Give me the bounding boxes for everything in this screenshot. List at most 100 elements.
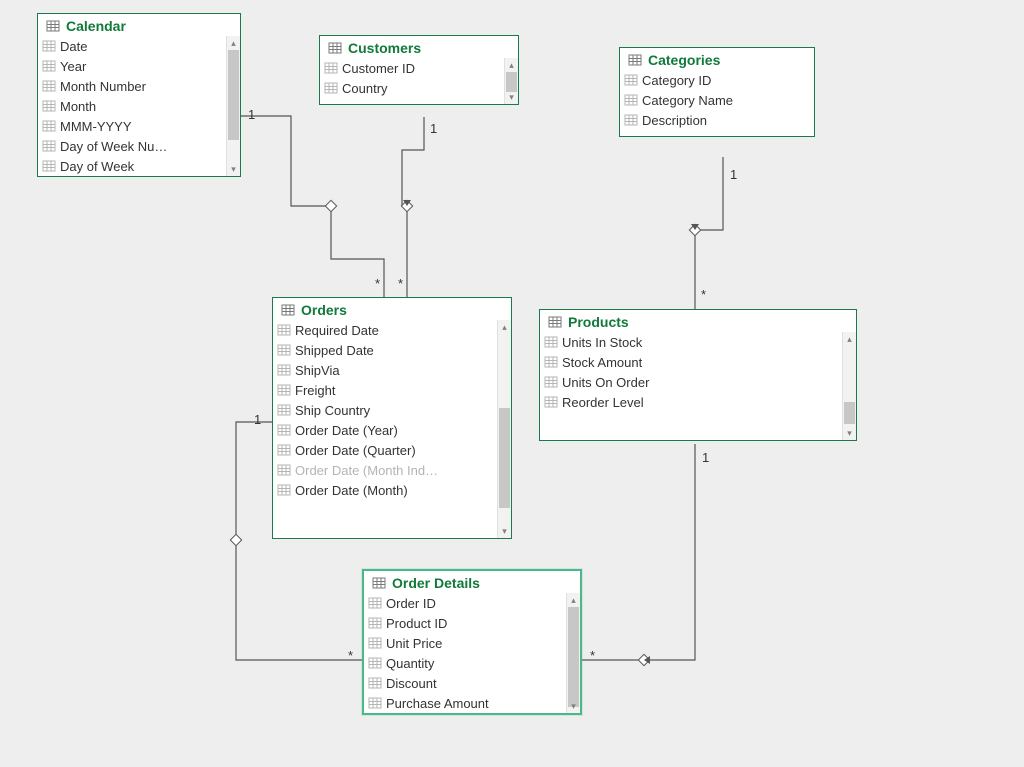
field-item[interactable]: Day of Week	[38, 156, 226, 176]
field-item[interactable]: Country	[320, 78, 504, 98]
scroll-down-icon[interactable]: ▾	[227, 162, 240, 176]
scroll-up-icon[interactable]: ▴	[227, 36, 240, 50]
entity-header-orders[interactable]: Orders	[273, 298, 511, 320]
scrollbar[interactable]: ▴ ▾	[842, 332, 856, 440]
column-icon	[277, 363, 291, 377]
entity-header-categories[interactable]: Categories	[620, 48, 814, 70]
column-icon	[368, 676, 382, 690]
field-item[interactable]: Order Date (Year)	[273, 420, 497, 440]
column-icon	[277, 443, 291, 457]
entity-orders[interactable]: Orders Required Date Shipped Date ShipVi…	[272, 297, 512, 539]
field-item[interactable]: Order Date (Month)	[273, 480, 497, 500]
column-icon	[624, 113, 638, 127]
column-icon	[368, 596, 382, 610]
cardinality-categories-one: 1	[730, 167, 737, 182]
entity-customers[interactable]: Customers Customer ID Country ▴ ▾	[319, 35, 519, 105]
entity-header-calendar[interactable]: Calendar	[38, 14, 240, 36]
scroll-up-icon[interactable]: ▴	[498, 320, 511, 334]
entity-products[interactable]: Products Units In Stock Stock Amount Uni…	[539, 309, 857, 441]
field-item[interactable]: Product ID	[364, 613, 566, 633]
field-label: Description	[642, 113, 707, 128]
column-icon	[368, 696, 382, 710]
scroll-thumb[interactable]	[568, 607, 579, 707]
entity-title: Categories	[648, 52, 720, 68]
entity-header-orderdetails[interactable]: Order Details	[364, 571, 580, 593]
cardinality-orderdetails-many-left: *	[348, 648, 353, 663]
field-item[interactable]: Reorder Level	[540, 392, 842, 412]
scroll-thumb[interactable]	[499, 408, 510, 508]
field-item[interactable]: MMM-YYYY	[38, 116, 226, 136]
field-label: Category Name	[642, 93, 733, 108]
field-label: Freight	[295, 383, 335, 398]
field-item[interactable]: Unit Price	[364, 633, 566, 653]
scrollbar[interactable]: ▴ ▾	[566, 593, 580, 713]
field-item[interactable]: Required Date	[273, 320, 497, 340]
field-item[interactable]: Discount	[364, 673, 566, 693]
field-label: Order Date (Month Ind…	[295, 463, 438, 478]
column-icon	[544, 375, 558, 389]
field-item[interactable]: Purchase Amount	[364, 693, 566, 713]
field-label: Order Date (Year)	[295, 423, 398, 438]
field-item[interactable]: Day of Week Nu…	[38, 136, 226, 156]
field-label: Day of Week	[60, 159, 134, 174]
scrollbar[interactable]: ▴ ▾	[504, 58, 518, 104]
column-icon	[42, 39, 56, 53]
entity-categories[interactable]: Categories Category ID Category Name Des…	[619, 47, 815, 137]
field-item[interactable]: Description	[620, 110, 814, 130]
field-item[interactable]: Ship Country	[273, 400, 497, 420]
scroll-up-icon[interactable]: ▴	[505, 58, 518, 72]
field-item[interactable]: Shipped Date	[273, 340, 497, 360]
field-label: Year	[60, 59, 86, 74]
entity-title: Orders	[301, 302, 347, 318]
field-item[interactable]: Order ID	[364, 593, 566, 613]
scrollbar[interactable]: ▴ ▾	[226, 36, 240, 176]
field-item[interactable]: Order Date (Month Ind…	[273, 460, 497, 480]
column-icon	[42, 79, 56, 93]
entity-orderdetails[interactable]: Order Details Order ID Product ID Unit P…	[362, 569, 582, 715]
field-item[interactable]: Customer ID	[320, 58, 504, 78]
entity-header-customers[interactable]: Customers	[320, 36, 518, 58]
scroll-down-icon[interactable]: ▾	[505, 90, 518, 104]
entity-calendar[interactable]: Calendar Date Year Month Number Month MM…	[37, 13, 241, 177]
scroll-up-icon[interactable]: ▴	[567, 593, 580, 607]
field-item[interactable]: Category ID	[620, 70, 814, 90]
scroll-up-icon[interactable]: ▴	[843, 332, 856, 346]
table-icon	[328, 41, 342, 55]
scroll-thumb[interactable]	[506, 72, 517, 92]
scroll-down-icon[interactable]: ▾	[843, 426, 856, 440]
column-icon	[624, 93, 638, 107]
field-label: Quantity	[386, 656, 434, 671]
cardinality-products-one-bottom: 1	[702, 450, 709, 465]
field-item[interactable]: Units In Stock	[540, 332, 842, 352]
cardinality-calendar-one: 1	[248, 107, 255, 122]
field-item[interactable]: Date	[38, 36, 226, 56]
field-item[interactable]: Order Date (Quarter)	[273, 440, 497, 460]
field-item[interactable]: Stock Amount	[540, 352, 842, 372]
entity-header-products[interactable]: Products	[540, 310, 856, 332]
column-icon	[277, 403, 291, 417]
column-icon	[544, 395, 558, 409]
field-item[interactable]: ShipVia	[273, 360, 497, 380]
scrollbar[interactable]: ▴ ▾	[497, 320, 511, 538]
scroll-thumb[interactable]	[844, 402, 855, 424]
scroll-thumb[interactable]	[228, 50, 239, 140]
entity-title: Order Details	[392, 575, 480, 591]
field-item[interactable]: Freight	[273, 380, 497, 400]
erd-canvas[interactable]: 1 1 * * 1 * 1 * 1 * Calendar Date Year M…	[0, 0, 1024, 767]
field-label: Day of Week Nu…	[60, 139, 167, 154]
cardinality-orders-one-bottom: 1	[254, 412, 261, 427]
field-item[interactable]: Category Name	[620, 90, 814, 110]
column-icon	[544, 335, 558, 349]
field-item[interactable]: Units On Order	[540, 372, 842, 392]
field-label: Units In Stock	[562, 335, 642, 350]
field-item[interactable]: Month	[38, 96, 226, 116]
cardinality-customers-one: 1	[430, 121, 437, 136]
column-icon	[42, 59, 56, 73]
table-icon	[372, 576, 386, 590]
field-item[interactable]: Month Number	[38, 76, 226, 96]
field-item[interactable]: Year	[38, 56, 226, 76]
scroll-down-icon[interactable]: ▾	[498, 524, 511, 538]
field-item[interactable]: Quantity	[364, 653, 566, 673]
cardinality-orders-many-right: *	[398, 276, 403, 291]
scroll-down-icon[interactable]: ▾	[567, 699, 580, 713]
